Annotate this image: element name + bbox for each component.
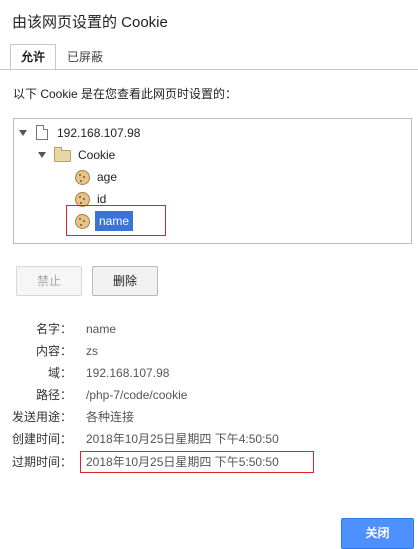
- tab-bar: 允许 已屏蔽: [10, 44, 114, 71]
- cookie-icon: [75, 170, 90, 185]
- dialog-title: 由该网页设置的 Cookie: [12, 14, 168, 31]
- detail-row-name: 名字： name: [0, 320, 418, 338]
- detail-label: 发送用途：: [11, 410, 72, 424]
- tree-node-host[interactable]: 192.168.107.98: [57, 123, 140, 143]
- block-button[interactable]: 禁止: [16, 266, 82, 296]
- remove-button[interactable]: 删除: [92, 266, 158, 296]
- detail-row-path: 路径： /php-7/code/cookie: [0, 386, 418, 404]
- detail-label: 创建时间：: [11, 432, 72, 446]
- highlight-box: [66, 205, 166, 236]
- detail-label: 路径：: [35, 388, 72, 402]
- detail-label: 名字：: [35, 322, 72, 336]
- expand-arrow-icon[interactable]: [38, 152, 46, 158]
- detail-value: zs: [86, 344, 98, 358]
- tab-allowed[interactable]: 允许: [10, 44, 57, 71]
- page-icon: [36, 125, 48, 140]
- tab-divider: [0, 69, 418, 70]
- tab-blocked[interactable]: 已屏蔽: [56, 44, 114, 71]
- detail-row-content: 内容： zs: [0, 342, 418, 360]
- tree-node-cookie-folder[interactable]: Cookie: [78, 145, 115, 165]
- detail-row-domain: 域： 192.168.107.98: [0, 364, 418, 382]
- detail-label: 内容：: [35, 344, 72, 358]
- tree-node-cookie-age[interactable]: age: [97, 167, 117, 187]
- detail-row-created: 创建时间： 2018年10月25日星期四 下午4:50:50: [0, 430, 418, 448]
- detail-value: 2018年10月25日星期四 下午4:50:50: [86, 432, 279, 446]
- expand-arrow-icon[interactable]: [19, 130, 27, 136]
- detail-value: 各种连接: [86, 410, 135, 424]
- detail-row-send-for: 发送用途： 各种连接: [0, 408, 418, 426]
- detail-value: /php-7/code/cookie: [86, 388, 188, 402]
- folder-icon: [54, 147, 71, 162]
- close-button[interactable]: 关闭: [341, 518, 414, 549]
- detail-value: name: [86, 322, 117, 336]
- detail-label: 域：: [47, 366, 72, 380]
- detail-label: 过期时间：: [11, 455, 72, 469]
- detail-value: 192.168.107.98: [86, 366, 170, 380]
- highlight-box: [80, 451, 314, 473]
- cookie-description: 以下 Cookie 是在您查看此网页时设置的：: [13, 87, 238, 101]
